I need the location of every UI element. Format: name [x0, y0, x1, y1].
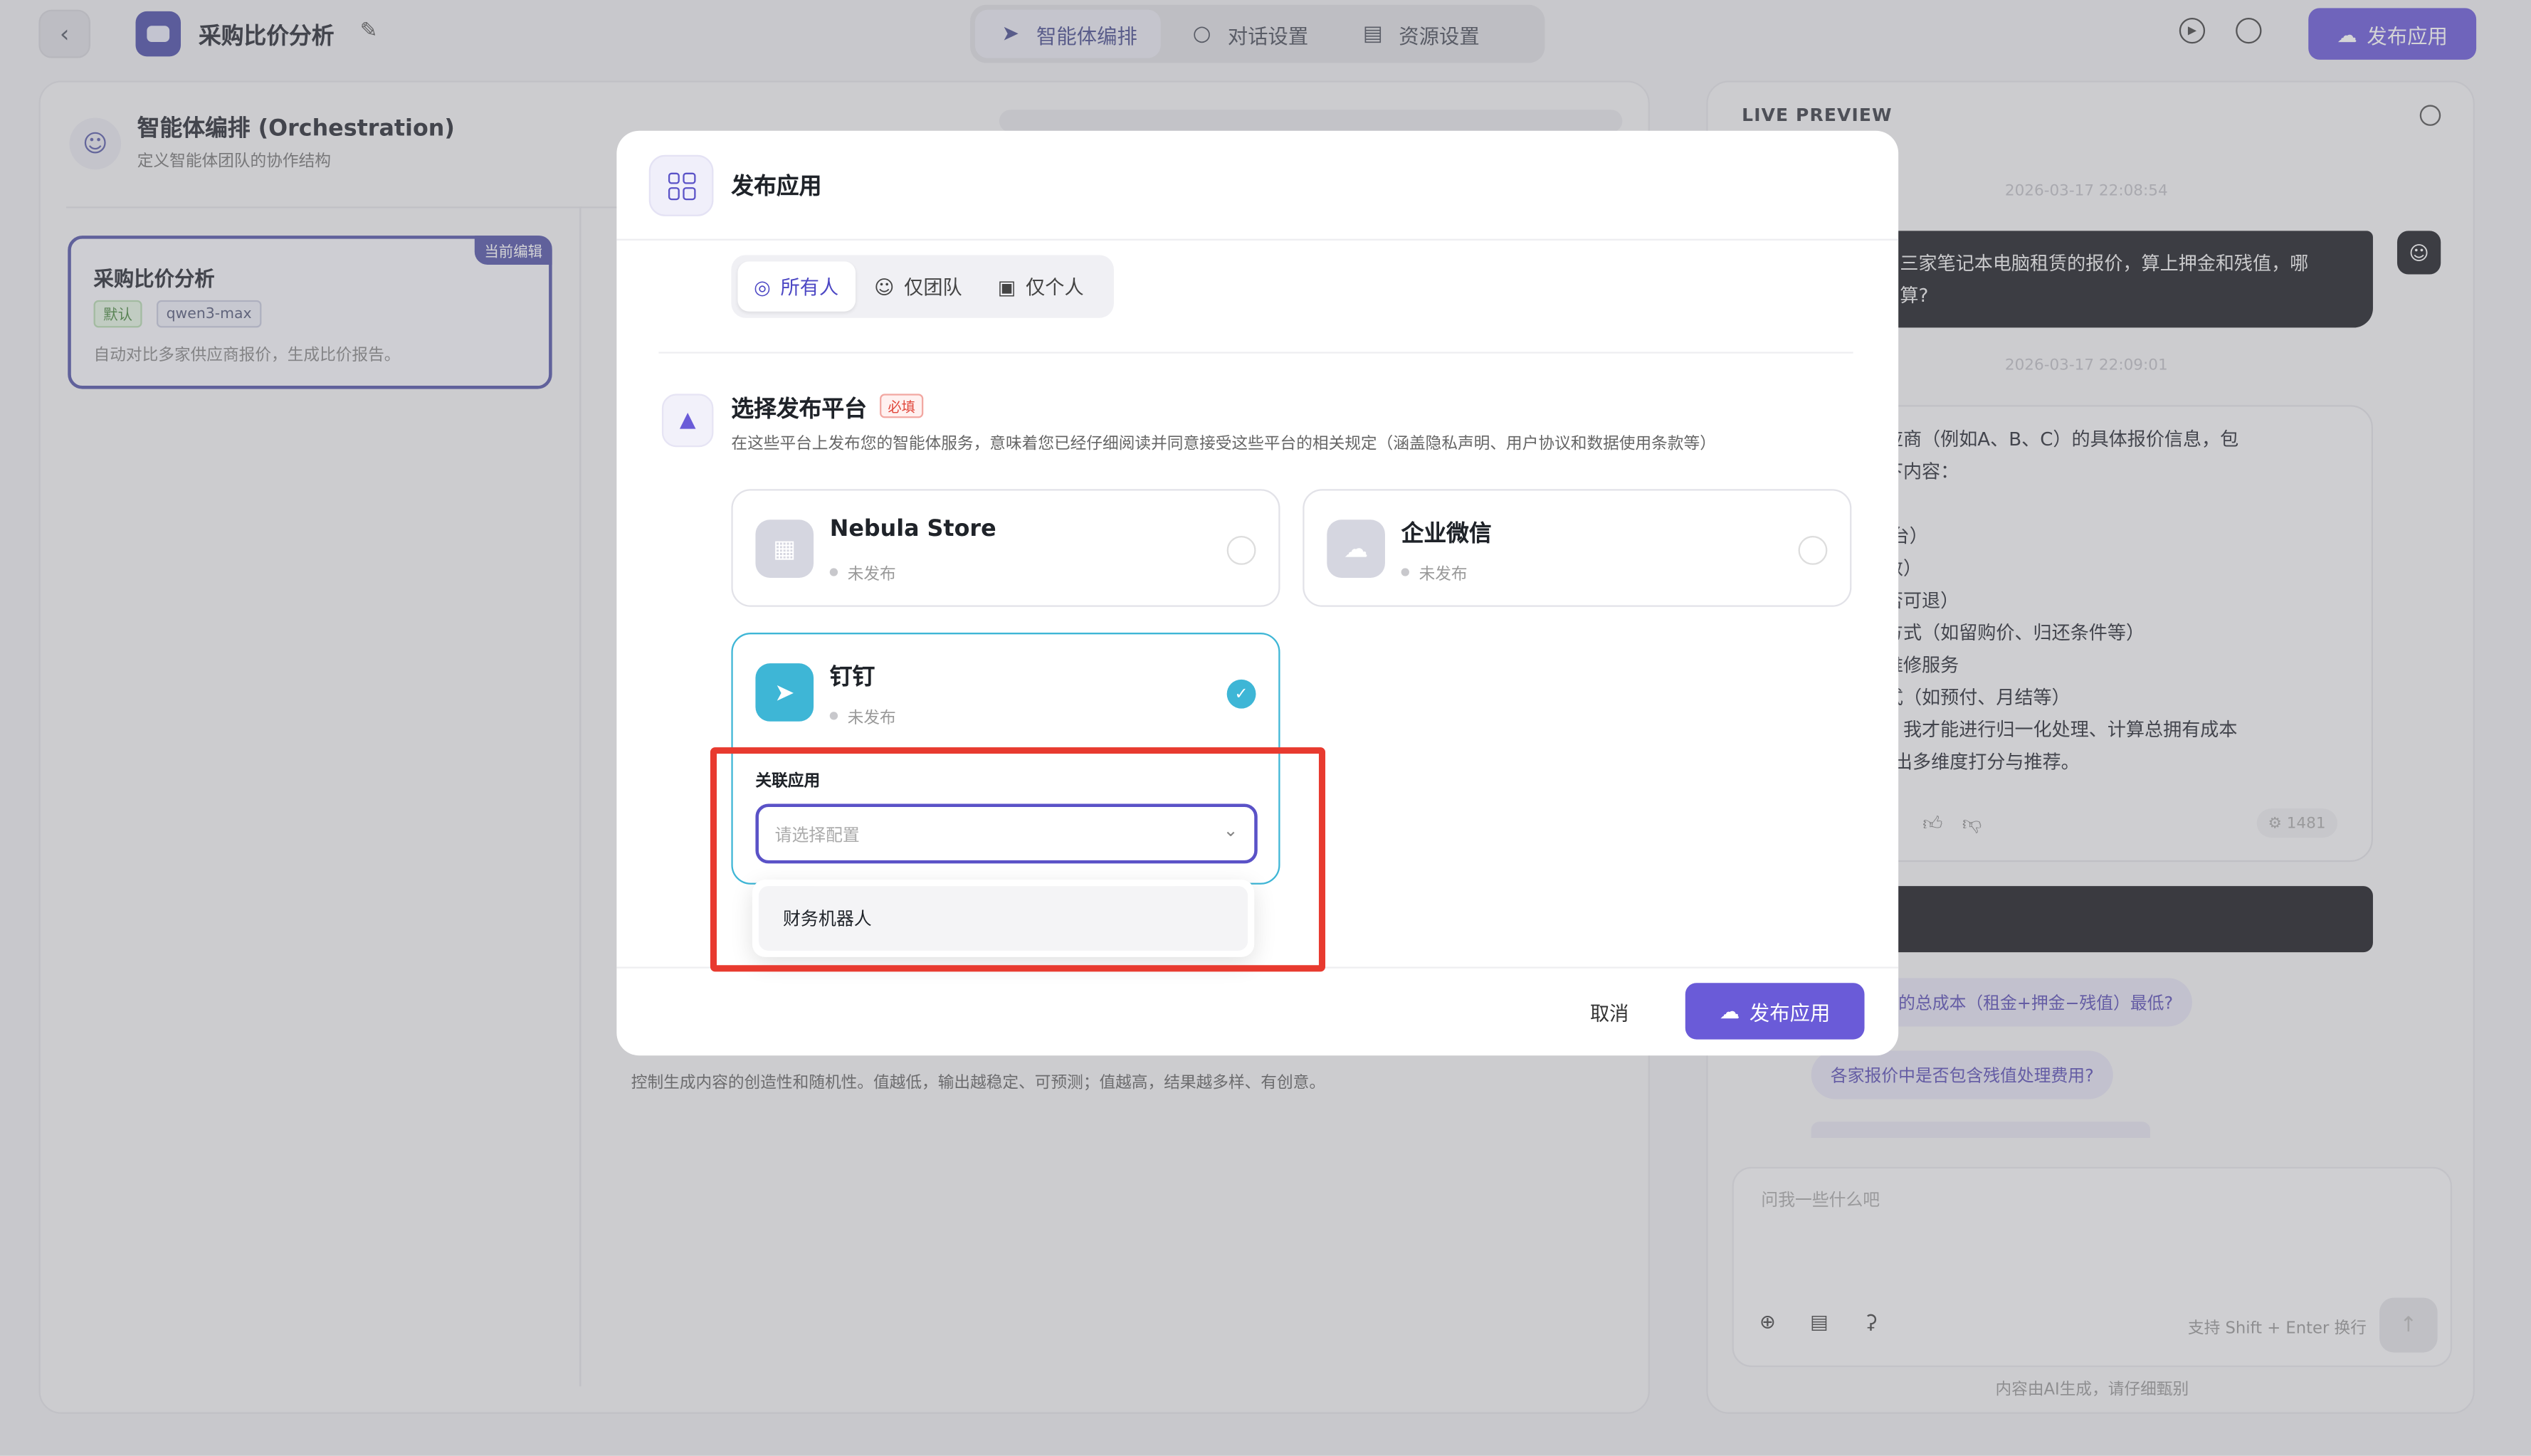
dingtalk-icon: ➤	[755, 663, 814, 722]
platform-name: 钉钉	[829, 665, 875, 691]
visibility-private[interactable]: ▣ 仅个人	[982, 261, 1100, 311]
globe-icon: ◎	[754, 275, 771, 298]
required-tag: 必填	[880, 394, 924, 418]
lock-icon: ▣	[997, 275, 1016, 298]
rocket-icon: ▲	[661, 394, 714, 448]
visibility-segmented: ◎ 所有人 ☺ 仅团队 ▣ 仅个人	[731, 255, 1114, 318]
divider	[658, 352, 1853, 354]
platform-status: 未发布	[1401, 560, 1468, 584]
divider	[616, 238, 1899, 241]
highlight-box	[710, 747, 1326, 972]
modal-title: 发布应用	[731, 174, 822, 201]
apps-icon	[648, 154, 714, 216]
platform-card-nebula[interactable]: ▦ Nebula Store 未发布	[731, 489, 1280, 607]
platform-radio[interactable]	[1226, 535, 1256, 565]
platform-status: 未发布	[829, 704, 896, 728]
grid-icon: ▦	[755, 519, 814, 578]
check-icon[interactable]: ✓	[1226, 679, 1256, 709]
platform-name: Nebula Store	[829, 516, 996, 543]
platform-subtitle: 在这些平台上发布您的智能体服务，意味着您已经仔细阅读并同意接受这些平台的相关规定…	[731, 436, 1716, 454]
platform-radio[interactable]	[1798, 535, 1828, 565]
visibility-everyone[interactable]: ◎ 所有人	[737, 261, 855, 312]
cancel-button[interactable]: 取消	[1569, 986, 1649, 1038]
publish-button[interactable]: ☁ 发布应用	[1685, 983, 1865, 1040]
cloud-upload-icon: ☁	[1719, 998, 1740, 1023]
team-icon: ☺	[874, 275, 895, 298]
wecom-icon: ☁	[1327, 519, 1385, 578]
platform-name: 企业微信	[1401, 521, 1492, 547]
platform-status: 未发布	[829, 560, 896, 584]
app-screen: ‹ 采购比价分析 ✎ ➤ 智能体编排 ○ 对话设置 ▤ 资源设置 ▶ ☁ 发布应用 ☺ …	[0, 0, 2531, 1456]
platform-title: 选择发布平台	[731, 396, 867, 423]
platform-card-wecom[interactable]: ☁ 企业微信 未发布	[1303, 489, 1852, 607]
visibility-team[interactable]: ☺ 仅团队	[858, 261, 978, 311]
